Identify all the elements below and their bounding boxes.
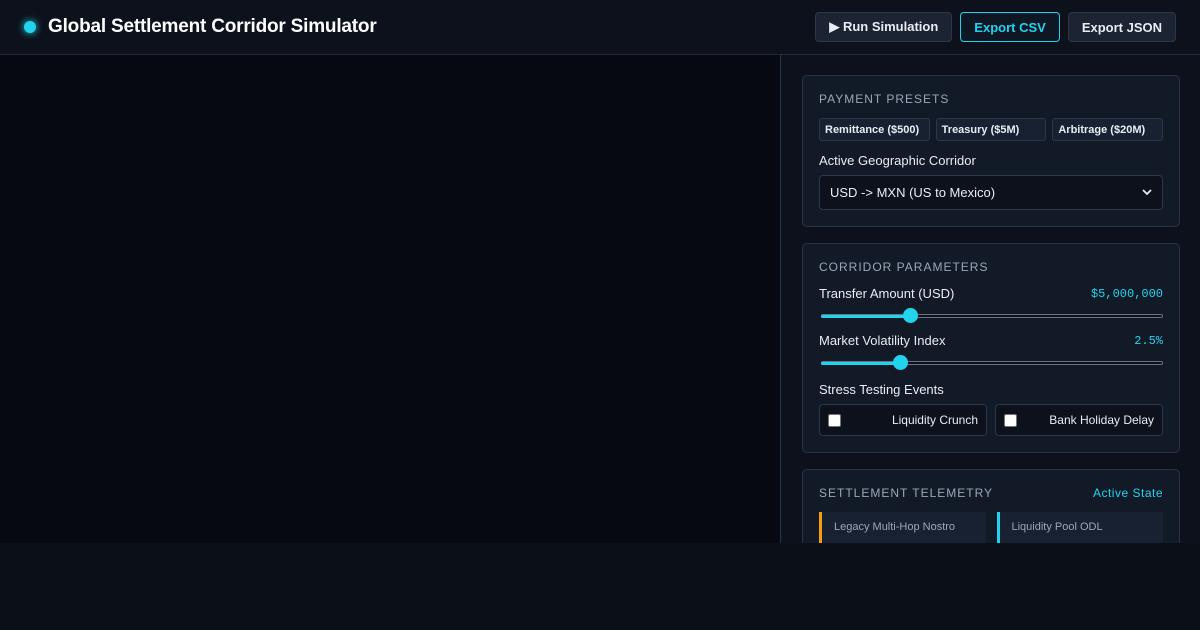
settlement-telemetry-card: SETTLEMENT TELEMETRY Active State Legacy… [802,469,1180,543]
volatility-value: 2.5% [1134,334,1163,348]
transfer-amount-value: $5,000,000 [1090,287,1163,301]
slider-thumb[interactable] [892,355,908,370]
stress-events-label: Stress Testing Events [819,382,944,397]
preset-buttons: Remittance ($500) Treasury ($5M) Arbitra… [819,118,1164,141]
control-panel: PAYMENT PRESETS Remittance ($500) Treasu… [780,55,1200,543]
bank-holiday-checkbox[interactable] [1004,413,1017,427]
bank-holiday-label: Bank Holiday Delay [1049,413,1154,427]
chevron-down-icon [1142,187,1152,199]
volatility-slider[interactable] [819,352,1163,374]
telemetry-header: SETTLEMENT TELEMETRY Active State [819,486,1163,500]
bank-holiday-toggle[interactable]: Bank Holiday Delay [995,404,1163,436]
payment-presets-title: PAYMENT PRESETS [819,92,950,106]
corridor-parameters-card: CORRIDOR PARAMETERS Transfer Amount (USD… [802,243,1180,453]
corridor-parameters-title: CORRIDOR PARAMETERS [819,260,989,274]
corridor-select-value: USD -> MXN (US to Mexico) [830,185,996,200]
telemetry-title: SETTLEMENT TELEMETRY [819,486,994,500]
slider-thumb[interactable] [902,308,918,323]
volatility-row: Market Volatility Index 2.5% [819,333,1163,348]
simulation-canvas[interactable] [0,55,780,543]
transfer-amount-slider[interactable] [819,305,1163,327]
liquidity-crunch-label: Liquidity Crunch [891,413,978,427]
app-title: Global Settlement Corridor Simulator [48,16,377,37]
active-state-badge: Active State [1092,486,1163,500]
volatility-label: Market Volatility Index [819,333,946,348]
slider-fill [821,315,911,318]
transfer-amount-label: Transfer Amount (USD) [819,286,955,301]
telemetry-tiles: Legacy Multi-Hop Nostro Liquidity Pool O… [819,512,1163,543]
slider-fill [821,362,901,365]
main-body: PAYMENT PRESETS Remittance ($500) Treasu… [0,55,1200,543]
status-dot-icon [24,21,36,33]
preset-treasury-button[interactable]: Treasury ($5M) [935,118,1047,141]
footer-area [0,543,1200,630]
corridor-select[interactable]: USD -> MXN (US to Mexico) [819,175,1163,210]
header-actions: ▶ Run Simulation Export CSV Export JSON [815,12,1176,42]
export-csv-button[interactable]: Export CSV [960,12,1060,42]
liquidity-pool-tile: Liquidity Pool ODL [996,512,1163,543]
preset-remittance-button[interactable]: Remittance ($500) [819,118,930,141]
run-simulation-button[interactable]: ▶ Run Simulation [815,12,953,42]
stress-events: Liquidity Crunch Bank Holiday Delay [819,404,1163,436]
liquidity-crunch-checkbox[interactable] [828,413,841,427]
preset-arbitrage-button[interactable]: Arbitrage ($20M) [1052,118,1164,141]
corridor-label: Active Geographic Corridor [819,153,976,168]
payment-presets-card: PAYMENT PRESETS Remittance ($500) Treasu… [802,75,1180,227]
liquidity-crunch-toggle[interactable]: Liquidity Crunch [819,404,987,436]
app-header: Global Settlement Corridor Simulator ▶ R… [0,0,1200,55]
legacy-nostro-tile: Legacy Multi-Hop Nostro [819,512,986,543]
transfer-amount-row: Transfer Amount (USD) $5,000,000 [819,286,1163,301]
export-json-button[interactable]: Export JSON [1067,12,1176,42]
